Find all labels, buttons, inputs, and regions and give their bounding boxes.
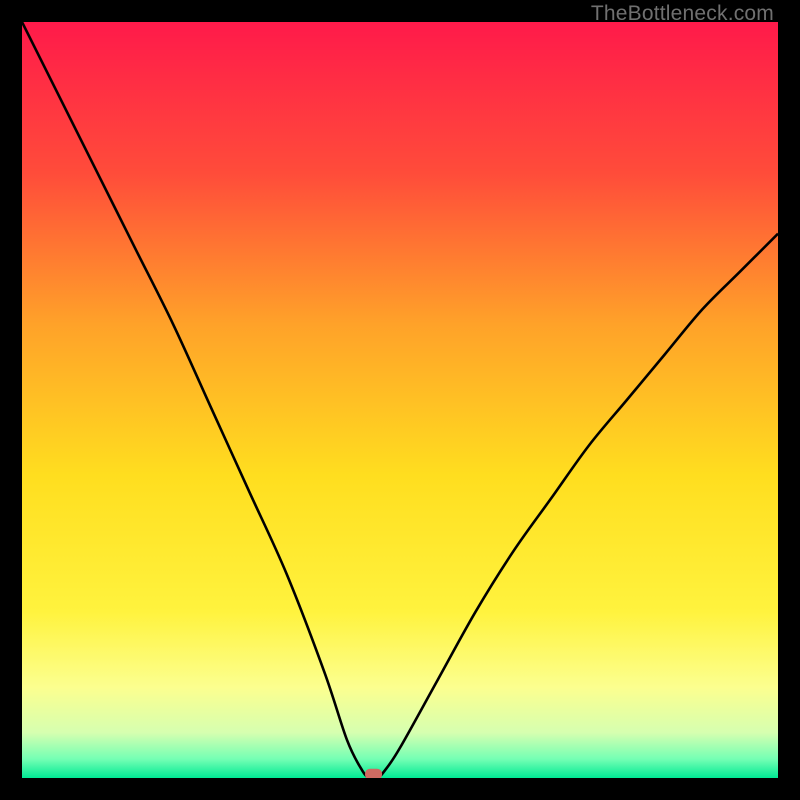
chart-svg xyxy=(22,22,778,778)
gradient-background xyxy=(22,22,778,778)
optimum-marker xyxy=(365,769,382,778)
watermark-text: TheBottleneck.com xyxy=(591,2,774,26)
chart-frame xyxy=(22,22,778,778)
